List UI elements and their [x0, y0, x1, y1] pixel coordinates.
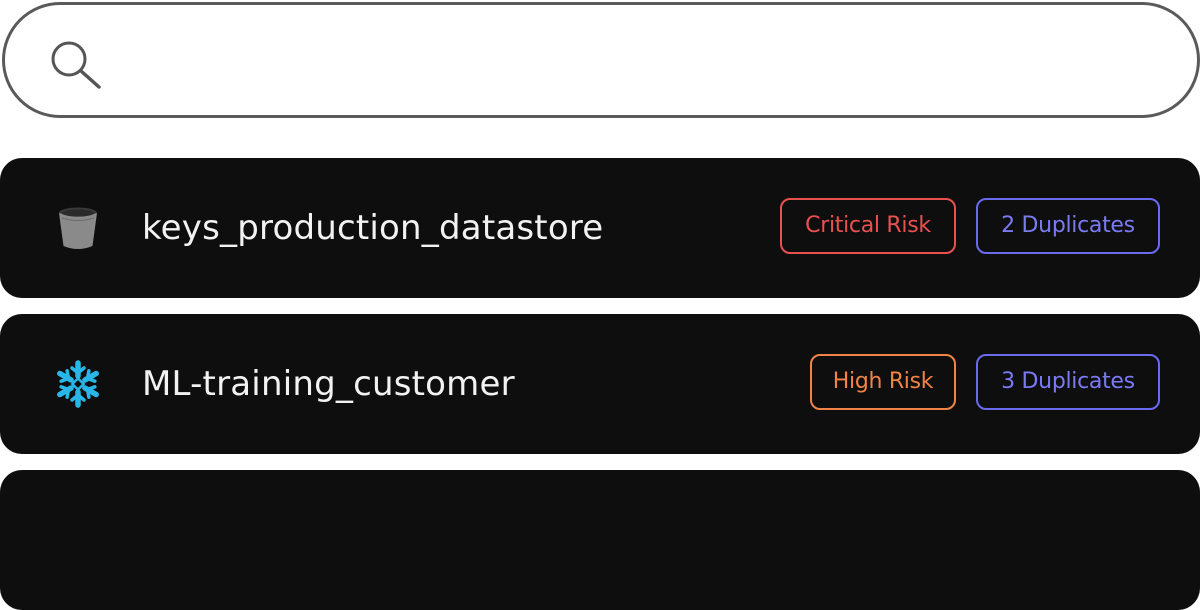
snowflake-icon [50, 360, 106, 408]
risk-badge: High Risk [810, 354, 956, 410]
search-bar[interactable] [2, 2, 1200, 118]
search-input[interactable] [125, 35, 1169, 93]
datastore-name[interactable]: ML-training_customer [142, 358, 515, 410]
duplicates-badge[interactable]: 3 Duplicates [976, 354, 1160, 410]
search-icon [49, 39, 105, 91]
list-item[interactable]: keys_production_datastore Critical Risk … [0, 158, 1200, 298]
risk-badge: Critical Risk [780, 198, 956, 254]
list-item[interactable]: ML-training_customer High Risk 3 Duplica… [0, 314, 1200, 454]
list-item[interactable] [0, 470, 1200, 610]
datastore-name[interactable]: keys_production_datastore [142, 202, 603, 254]
bucket-icon [50, 204, 106, 252]
duplicates-badge[interactable]: 2 Duplicates [976, 198, 1160, 254]
